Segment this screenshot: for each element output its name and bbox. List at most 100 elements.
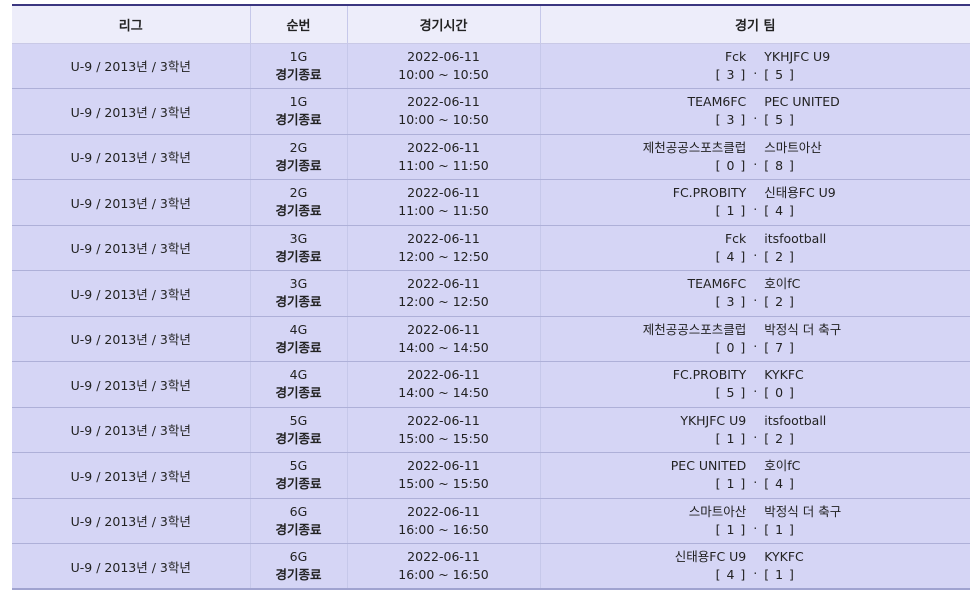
- header-league: 리그: [12, 4, 251, 44]
- home-team: YKHJFC U9: [680, 412, 747, 428]
- teams-cell: 신태용FC U9 [ 4 ]. KYKFC [ 1 ]: [540, 543, 970, 590]
- home-score: [ 4 ]: [715, 248, 747, 264]
- table-header-row: 리그 순번 경기시간 경기 팀: [12, 4, 970, 44]
- round-label: 6G: [289, 549, 308, 564]
- time-cell: 2022-06-11 11:00 ~ 11:50: [347, 179, 541, 226]
- table-row: U-9 / 2013년 / 3학년 2G 경기종료 2022-06-11 11:00 ~…: [12, 179, 970, 226]
- vs-separator: .: [753, 290, 758, 305]
- away-team: 호이fC: [764, 458, 801, 474]
- away-team: 스마트아산: [764, 139, 822, 155]
- table-row: U-9 / 2013년 / 3학년 1G 경기종료 2022-06-11 10:00 ~…: [12, 43, 970, 89]
- match-time: 11:00 ~ 11:50: [398, 157, 489, 173]
- status-label: 경기종료: [275, 66, 322, 82]
- time-cell: 2022-06-11 10:00 ~ 10:50: [347, 43, 541, 89]
- home-score: [ 1 ]: [715, 476, 747, 492]
- match-date: 2022-06-11: [407, 276, 480, 292]
- match-time: 12:00 ~ 12:50: [398, 248, 489, 264]
- home-score: [ 0 ]: [715, 339, 747, 355]
- round-label: 6G: [289, 503, 308, 519]
- round-cell: 2G 경기종료: [250, 134, 348, 180]
- home-team: PEC UNITED: [670, 458, 747, 474]
- time-cell: 2022-06-11 14:00 ~ 14:50: [347, 361, 541, 408]
- home-score: [ 0 ]: [715, 157, 747, 173]
- round-label: 4G: [289, 367, 308, 383]
- status-label: 경기종료: [275, 248, 322, 264]
- vs-separator: .: [753, 108, 758, 123]
- teams-cell: 제천공공스포츠클럽 [ 0 ]. 박정식 더 축구 [ 7 ]: [540, 316, 970, 362]
- match-date: 2022-06-11: [407, 321, 480, 337]
- league-cell: U-9 / 2013년 / 3학년: [12, 134, 251, 180]
- table-row: U-9 / 2013년 / 3학년 6G 경기종료 2022-06-11 16:00 ~…: [12, 498, 970, 544]
- teams-cell: PEC UNITED [ 1 ]. 호이fC [ 4 ]: [540, 452, 970, 499]
- round-label: 3G: [289, 230, 308, 246]
- league-cell: U-9 / 2013년 / 3학년: [12, 225, 251, 271]
- round-label: 1G: [289, 48, 308, 64]
- time-cell: 2022-06-11 11:00 ~ 11:50: [347, 134, 541, 180]
- home-team: FC.PROBITY: [672, 185, 747, 201]
- teams-cell: TEAM6FC [ 3 ]. 호이fC [ 2 ]: [540, 270, 970, 317]
- match-time: 15:00 ~ 15:50: [398, 476, 489, 492]
- match-date: 2022-06-11: [407, 458, 480, 474]
- away-score: [ 2 ]: [764, 248, 795, 264]
- table-row: U-9 / 2013년 / 3학년 3G 경기종료 2022-06-11 12:00 ~…: [12, 270, 970, 317]
- table-row: U-9 / 2013년 / 3학년 1G 경기종료 2022-06-11 10:00 ~…: [12, 88, 970, 135]
- away-team: KYKFC: [764, 367, 804, 383]
- table-row: U-9 / 2013년 / 3학년 4G 경기종료 2022-06-11 14:00 ~…: [12, 361, 970, 408]
- home-team: TEAM6FC: [687, 276, 747, 292]
- vs-separator: .: [753, 517, 758, 532]
- away-team: 호이fC: [764, 276, 801, 292]
- match-schedule: 리그 순번 경기시간 경기 팀 U-9 / 2013년 / 3학년 1G 경기종료 2…: [12, 4, 970, 590]
- vs-separator: .: [753, 62, 758, 77]
- status-label: 경기종료: [275, 476, 322, 492]
- match-date: 2022-06-11: [407, 48, 480, 64]
- away-score: [ 1 ]: [764, 567, 795, 582]
- away-score: [ 1 ]: [764, 521, 795, 537]
- vs-separator: .: [753, 563, 758, 577]
- table-row: U-9 / 2013년 / 3학년 3G 경기종료 2022-06-11 12:00 ~…: [12, 225, 970, 271]
- league-cell: U-9 / 2013년 / 3학년: [12, 43, 251, 89]
- home-score: [ 3 ]: [715, 294, 747, 310]
- time-cell: 2022-06-11 10:00 ~ 10:50: [347, 88, 541, 135]
- away-team: itsfootball: [764, 412, 827, 428]
- league-cell: U-9 / 2013년 / 3학년: [12, 316, 251, 362]
- round-label: 2G: [289, 185, 308, 201]
- home-score: [ 3 ]: [715, 112, 747, 128]
- away-score: [ 4 ]: [764, 203, 795, 219]
- home-score: [ 4 ]: [715, 567, 747, 582]
- round-cell: 6G 경기종료: [250, 498, 348, 544]
- home-team: 신태용FC U9: [674, 549, 747, 564]
- teams-cell: 스마트아산 [ 1 ]. 박정식 더 축구 [ 1 ]: [540, 498, 970, 544]
- vs-separator: .: [753, 335, 758, 350]
- vs-separator: .: [753, 244, 758, 259]
- status-label: 경기종료: [275, 430, 322, 446]
- home-score: [ 1 ]: [715, 521, 747, 537]
- table-row: U-9 / 2013년 / 3학년 5G 경기종료 2022-06-11 15:00 ~…: [12, 407, 970, 453]
- table-row: U-9 / 2013년 / 3학년 2G 경기종료 2022-06-11 11:00 ~…: [12, 134, 970, 180]
- teams-cell: Fck [ 3 ]. YKHJFC U9 [ 5 ]: [540, 43, 970, 89]
- time-cell: 2022-06-11 12:00 ~ 12:50: [347, 225, 541, 271]
- away-team: KYKFC: [764, 549, 804, 564]
- table-row: U-9 / 2013년 / 3학년 6G 경기종료 2022-06-11 16:00 ~…: [12, 543, 970, 590]
- round-cell: 3G 경기종료: [250, 225, 348, 271]
- away-score: [ 0 ]: [764, 385, 795, 401]
- round-label: 2G: [289, 139, 308, 155]
- away-team: 박정식 더 축구: [764, 503, 842, 519]
- home-score: [ 5 ]: [715, 385, 747, 401]
- match-date: 2022-06-11: [407, 549, 480, 564]
- round-label: 3G: [289, 276, 308, 292]
- home-team: Fck: [724, 230, 747, 246]
- home-team: TEAM6FC: [687, 94, 747, 110]
- vs-separator: .: [753, 381, 758, 396]
- home-score: [ 3 ]: [715, 66, 747, 82]
- teams-cell: YKHJFC U9 [ 1 ]. itsfootball [ 2 ]: [540, 407, 970, 453]
- match-time: 12:00 ~ 12:50: [398, 294, 489, 310]
- teams-cell: 제천공공스포츠클럽 [ 0 ]. 스마트아산 [ 8 ]: [540, 134, 970, 180]
- teams-cell: FC.PROBITY [ 5 ]. KYKFC [ 0 ]: [540, 361, 970, 408]
- vs-separator: .: [753, 472, 758, 487]
- match-time: 15:00 ~ 15:50: [398, 430, 489, 446]
- away-score: [ 5 ]: [764, 66, 795, 82]
- match-time: 16:00 ~ 16:50: [398, 521, 489, 537]
- away-score: [ 8 ]: [764, 157, 795, 173]
- round-cell: 1G 경기종료: [250, 43, 348, 89]
- league-cell: U-9 / 2013년 / 3학년: [12, 543, 251, 590]
